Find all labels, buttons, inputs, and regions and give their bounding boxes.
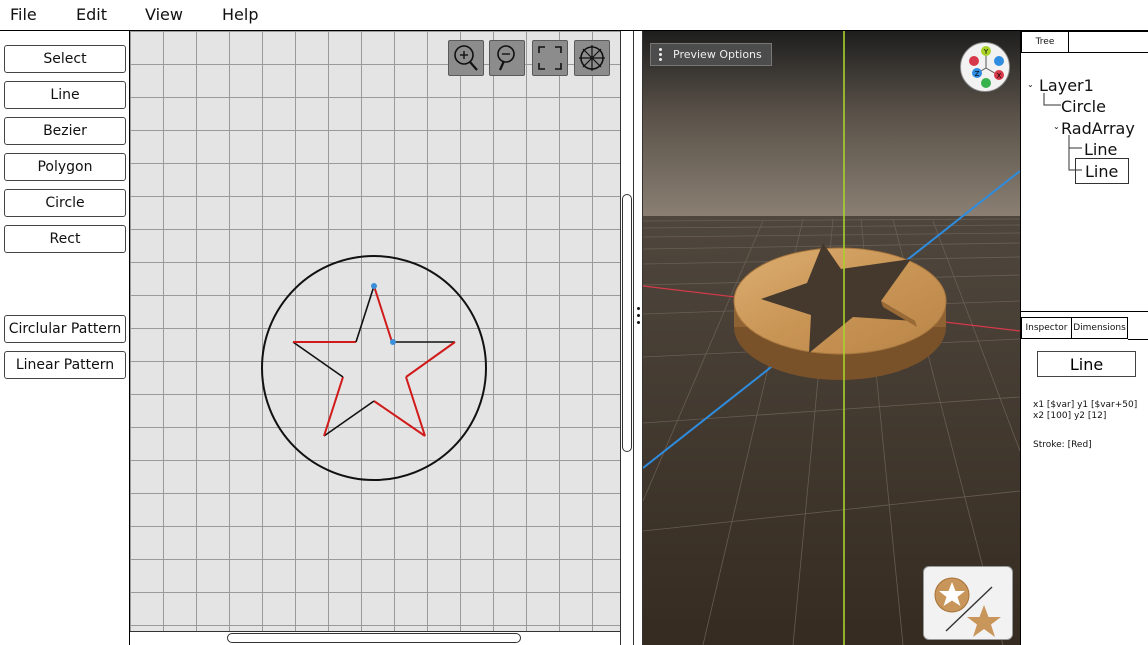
bezier-tool-button[interactable]: Bezier: [4, 117, 126, 145]
inspector-stroke[interactable]: Stroke: [Red]: [1033, 440, 1092, 451]
properties-panel: Tree ⌄ ⌄ Layer1 Circle RadArray Line Lin…: [1020, 31, 1148, 645]
reset-view-icon: [579, 45, 605, 71]
star-edge-selected[interactable]: [405, 376, 426, 437]
tree-item-circle[interactable]: Circle: [1061, 97, 1106, 116]
line-start-handle[interactable]: [371, 283, 377, 289]
menu-bar: File Edit View Help: [0, 0, 1148, 31]
menu-view[interactable]: View: [145, 5, 183, 24]
star-edge-selected[interactable]: [405, 341, 456, 378]
export-preview-panel[interactable]: [923, 566, 1013, 640]
zoom-out-icon: [497, 45, 515, 71]
axis-gizmo-icon: Y X Z: [969, 46, 1004, 88]
circular-pattern-button[interactable]: Circlular Pattern: [4, 315, 126, 343]
inspector-title: Line: [1037, 351, 1136, 377]
kebab-menu-icon: [659, 48, 662, 62]
star-edge[interactable]: [292, 341, 344, 378]
gizmo-axis-y: Y: [983, 48, 989, 56]
menu-file[interactable]: File: [10, 5, 37, 24]
tab-inspector[interactable]: Inspector: [1021, 317, 1072, 339]
tree-item-line[interactable]: Line: [1084, 140, 1117, 159]
splitter-grip-icon: [637, 321, 640, 324]
fit-view-icon: [538, 46, 562, 70]
star-coin-cutout-icon: [934, 577, 1001, 637]
tree-item-line-selected[interactable]: Line: [1075, 158, 1129, 184]
pane-splitter[interactable]: [634, 31, 643, 645]
panel-divider: [1021, 311, 1148, 312]
splitter-grip-icon: [637, 307, 640, 310]
inspector-coords-line2[interactable]: x2 [100] y2 [12]: [1033, 411, 1106, 422]
preview-options-label: Preview Options: [673, 48, 762, 61]
star-edge[interactable]: [323, 400, 375, 437]
tool-palette: Select Line Bezier Polygon Circle Rect C…: [0, 31, 130, 645]
circle-tool-button[interactable]: Circle: [4, 189, 126, 217]
star-edge[interactable]: [355, 285, 375, 343]
star-edge-selected[interactable]: [323, 376, 344, 437]
3d-preview-viewport[interactable]: Preview Options Y X Z: [643, 31, 1020, 645]
splitter-grip-icon: [637, 314, 640, 317]
preview-options-button[interactable]: Preview Options: [650, 43, 772, 66]
vertical-scroll-thumb[interactable]: [622, 194, 632, 452]
star-edge-selected[interactable]: [373, 400, 426, 437]
gizmo-axis-z: Z: [975, 70, 980, 78]
tab-dimensions[interactable]: Dimensions: [1072, 317, 1128, 339]
tree-item-layer1[interactable]: Layer1: [1039, 76, 1094, 95]
tree-item-radarray[interactable]: RadArray: [1061, 119, 1135, 138]
rect-tool-button[interactable]: Rect: [4, 225, 126, 253]
line-tool-button[interactable]: Line: [4, 81, 126, 109]
tree-expand-icon: ⌄: [1027, 80, 1034, 89]
select-tool-button[interactable]: Select: [4, 45, 126, 73]
drawing-layer: [261, 255, 487, 481]
orientation-gizmo[interactable]: Y X Z: [960, 42, 1010, 92]
drawing-canvas[interactable]: [130, 31, 620, 631]
horizontal-scroll-thumb[interactable]: [227, 633, 521, 643]
gizmo-axis-x: X: [997, 72, 1002, 80]
circle-shape[interactable]: [261, 255, 487, 481]
tree-expand-icon: ⌄: [1053, 122, 1060, 131]
tab-baseline: [1128, 339, 1148, 340]
zoom-in-button[interactable]: [448, 40, 484, 76]
menu-edit[interactable]: Edit: [76, 5, 107, 24]
line-end-handle[interactable]: [390, 339, 396, 345]
linear-pattern-button[interactable]: Linear Pattern: [4, 351, 126, 379]
fit-view-button[interactable]: [532, 40, 568, 76]
zoom-out-button[interactable]: [489, 40, 525, 76]
inspector-coords-line1[interactable]: x1 [$var] y1 [$var+50]: [1033, 400, 1137, 411]
polygon-tool-button[interactable]: Polygon: [4, 153, 126, 181]
zoom-in-icon: [454, 45, 478, 71]
menu-help[interactable]: Help: [222, 5, 258, 24]
star-edge-selected[interactable]: [373, 285, 393, 343]
reset-view-button[interactable]: [574, 40, 610, 76]
3d-scene: [643, 31, 1020, 645]
